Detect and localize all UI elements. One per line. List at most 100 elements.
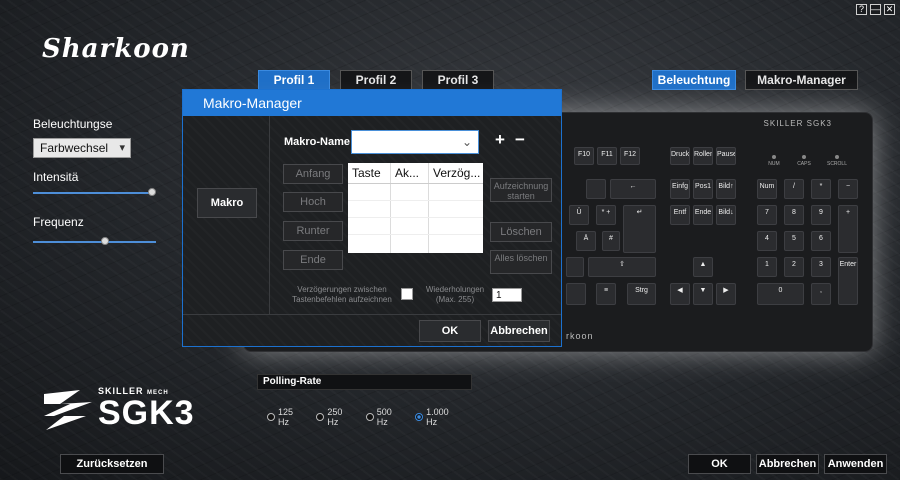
key-num-7[interactable]: 7	[757, 205, 777, 225]
key-print[interactable]: Druck	[670, 147, 690, 165]
cancel-button[interactable]: Abbrechen	[756, 454, 819, 474]
frequency-slider-knob[interactable]	[101, 237, 109, 245]
chevron-down-icon: ▾	[119, 142, 125, 154]
key-num-div[interactable]: /	[784, 179, 804, 199]
column-divider	[390, 163, 391, 253]
key-menu[interactable]: ≡	[596, 283, 616, 305]
hoch-button[interactable]: Hoch	[283, 192, 343, 212]
key-shift-right[interactable]: ⇧	[588, 257, 656, 277]
tab-beleuchtung[interactable]: Beleuchtung	[652, 70, 736, 90]
dialog-cancel-button[interactable]: Abbrechen	[488, 320, 550, 342]
key-bild-down[interactable]: Bild↓	[716, 205, 736, 225]
key-minus[interactable]	[566, 257, 584, 277]
key-arrow-up[interactable]: ▲	[693, 257, 713, 277]
key-enter[interactable]: ↵	[623, 205, 656, 253]
frequency-label: Frequenz	[33, 215, 84, 229]
row-divider	[348, 183, 483, 184]
key-num-5[interactable]: 5	[784, 231, 804, 251]
aufzeichnung-starten-button[interactable]: Aufzeichnung starten	[490, 178, 552, 202]
key-rollen[interactable]: Rollen	[693, 147, 713, 165]
key-hash[interactable]: #	[602, 231, 620, 251]
key-accent[interactable]	[586, 179, 606, 199]
radio-500hz[interactable]: 500 Hz	[365, 407, 405, 427]
key-num-minus[interactable]: −	[838, 179, 858, 199]
runter-button[interactable]: Runter	[283, 221, 343, 241]
key-einfg[interactable]: Einfg	[670, 179, 690, 199]
ende-button[interactable]: Ende	[283, 250, 343, 270]
key-num-plus[interactable]: +	[838, 205, 858, 253]
makro-side-button[interactable]: Makro	[197, 188, 257, 218]
help-icon[interactable]: ?	[856, 4, 867, 15]
remove-macro-icon[interactable]: −	[515, 130, 525, 150]
key-arrow-right[interactable]: ▶	[716, 283, 736, 305]
delay-record-checkbox[interactable]	[401, 288, 413, 300]
tab-makro-manager[interactable]: Makro-Manager	[745, 70, 858, 90]
divider	[269, 116, 270, 314]
close-icon[interactable]: ✕	[884, 4, 895, 15]
macro-steps-table: Taste Ak... Verzög...	[348, 163, 483, 253]
key-num-4[interactable]: 4	[757, 231, 777, 251]
key-strg[interactable]: Strg	[627, 283, 656, 305]
product-model: SGK3	[98, 394, 195, 432]
anfang-button[interactable]: Anfang	[283, 164, 343, 184]
repeat-label: Wiederholungen (Max. 255)	[425, 285, 485, 304]
key-backspace[interactable]: ←	[610, 179, 656, 199]
key-ue[interactable]: Ü	[569, 205, 589, 225]
key-num[interactable]: Num	[757, 179, 777, 199]
key-ende[interactable]: Ende	[693, 205, 713, 225]
key-fn-logo[interactable]	[566, 283, 586, 305]
key-f11[interactable]: F11	[597, 147, 617, 165]
tab-profil-2[interactable]: Profil 2	[340, 70, 412, 90]
key-arrow-left[interactable]: ◀	[670, 283, 690, 305]
keyboard-footer-logo: rkoon	[566, 331, 594, 341]
loeschen-button[interactable]: Löschen	[490, 222, 552, 242]
apply-button[interactable]: Anwenden	[824, 454, 887, 474]
minimize-icon[interactable]: —	[870, 4, 881, 15]
repeat-count-input[interactable]: 1	[492, 288, 522, 302]
radio-250hz[interactable]: 250 Hz	[316, 407, 355, 427]
key-num-8[interactable]: 8	[784, 205, 804, 225]
led-caps: CAPS	[789, 155, 819, 167]
frequency-slider[interactable]	[33, 241, 156, 243]
key-num-enter[interactable]: Enter	[838, 257, 858, 305]
dialog-title: Makro-Manager	[183, 90, 561, 116]
key-num-3[interactable]: 3	[811, 257, 831, 277]
tab-profil-1[interactable]: Profil 1	[258, 70, 330, 90]
lighting-mode-value: Farbwechsel	[40, 141, 109, 155]
key-num-1[interactable]: 1	[757, 257, 777, 277]
intensity-slider[interactable]	[33, 192, 153, 194]
key-entf[interactable]: Entf	[670, 205, 690, 225]
key-plus-star[interactable]: * +	[596, 205, 616, 225]
led-num: NUM	[759, 155, 789, 167]
key-pause[interactable]: Pause	[716, 147, 736, 165]
ok-button[interactable]: OK	[688, 454, 751, 474]
makro-manager-dialog: Makro-Manager Makro Makro-Name ⌄ + − Anf…	[182, 89, 562, 347]
alles-loeschen-button[interactable]: Alles löschen	[490, 250, 552, 274]
add-macro-icon[interactable]: +	[495, 130, 505, 150]
tab-profil-3[interactable]: Profil 3	[422, 70, 494, 90]
dialog-ok-button[interactable]: OK	[419, 320, 481, 342]
key-num-6[interactable]: 6	[811, 231, 831, 251]
key-f12[interactable]: F12	[620, 147, 640, 165]
key-num-del[interactable]: ,	[811, 283, 831, 305]
makro-name-select[interactable]: ⌄	[351, 130, 479, 154]
chevron-down-icon: ⌄	[461, 135, 472, 149]
key-num-2[interactable]: 2	[784, 257, 804, 277]
key-bild-up[interactable]: Bild↑	[716, 179, 736, 199]
divider	[183, 314, 561, 315]
key-arrow-down[interactable]: ▼	[693, 283, 713, 305]
key-pos1[interactable]: Pos1	[693, 179, 713, 199]
column-divider	[428, 163, 429, 253]
key-num-0[interactable]: 0	[757, 283, 804, 305]
key-num-mul[interactable]: *	[811, 179, 831, 199]
key-ae[interactable]: Ä	[576, 231, 596, 251]
key-f10[interactable]: F10	[574, 147, 594, 165]
row-divider	[348, 217, 483, 218]
row-divider	[348, 234, 483, 235]
lighting-mode-select[interactable]: Farbwechsel ▾	[33, 138, 131, 158]
radio-125hz[interactable]: 125 Hz	[267, 407, 306, 427]
key-num-9[interactable]: 9	[811, 205, 831, 225]
intensity-slider-knob[interactable]	[148, 188, 156, 196]
radio-1000hz[interactable]: 1.000 Hz	[415, 407, 462, 427]
reset-button[interactable]: Zurücksetzen	[60, 454, 164, 474]
